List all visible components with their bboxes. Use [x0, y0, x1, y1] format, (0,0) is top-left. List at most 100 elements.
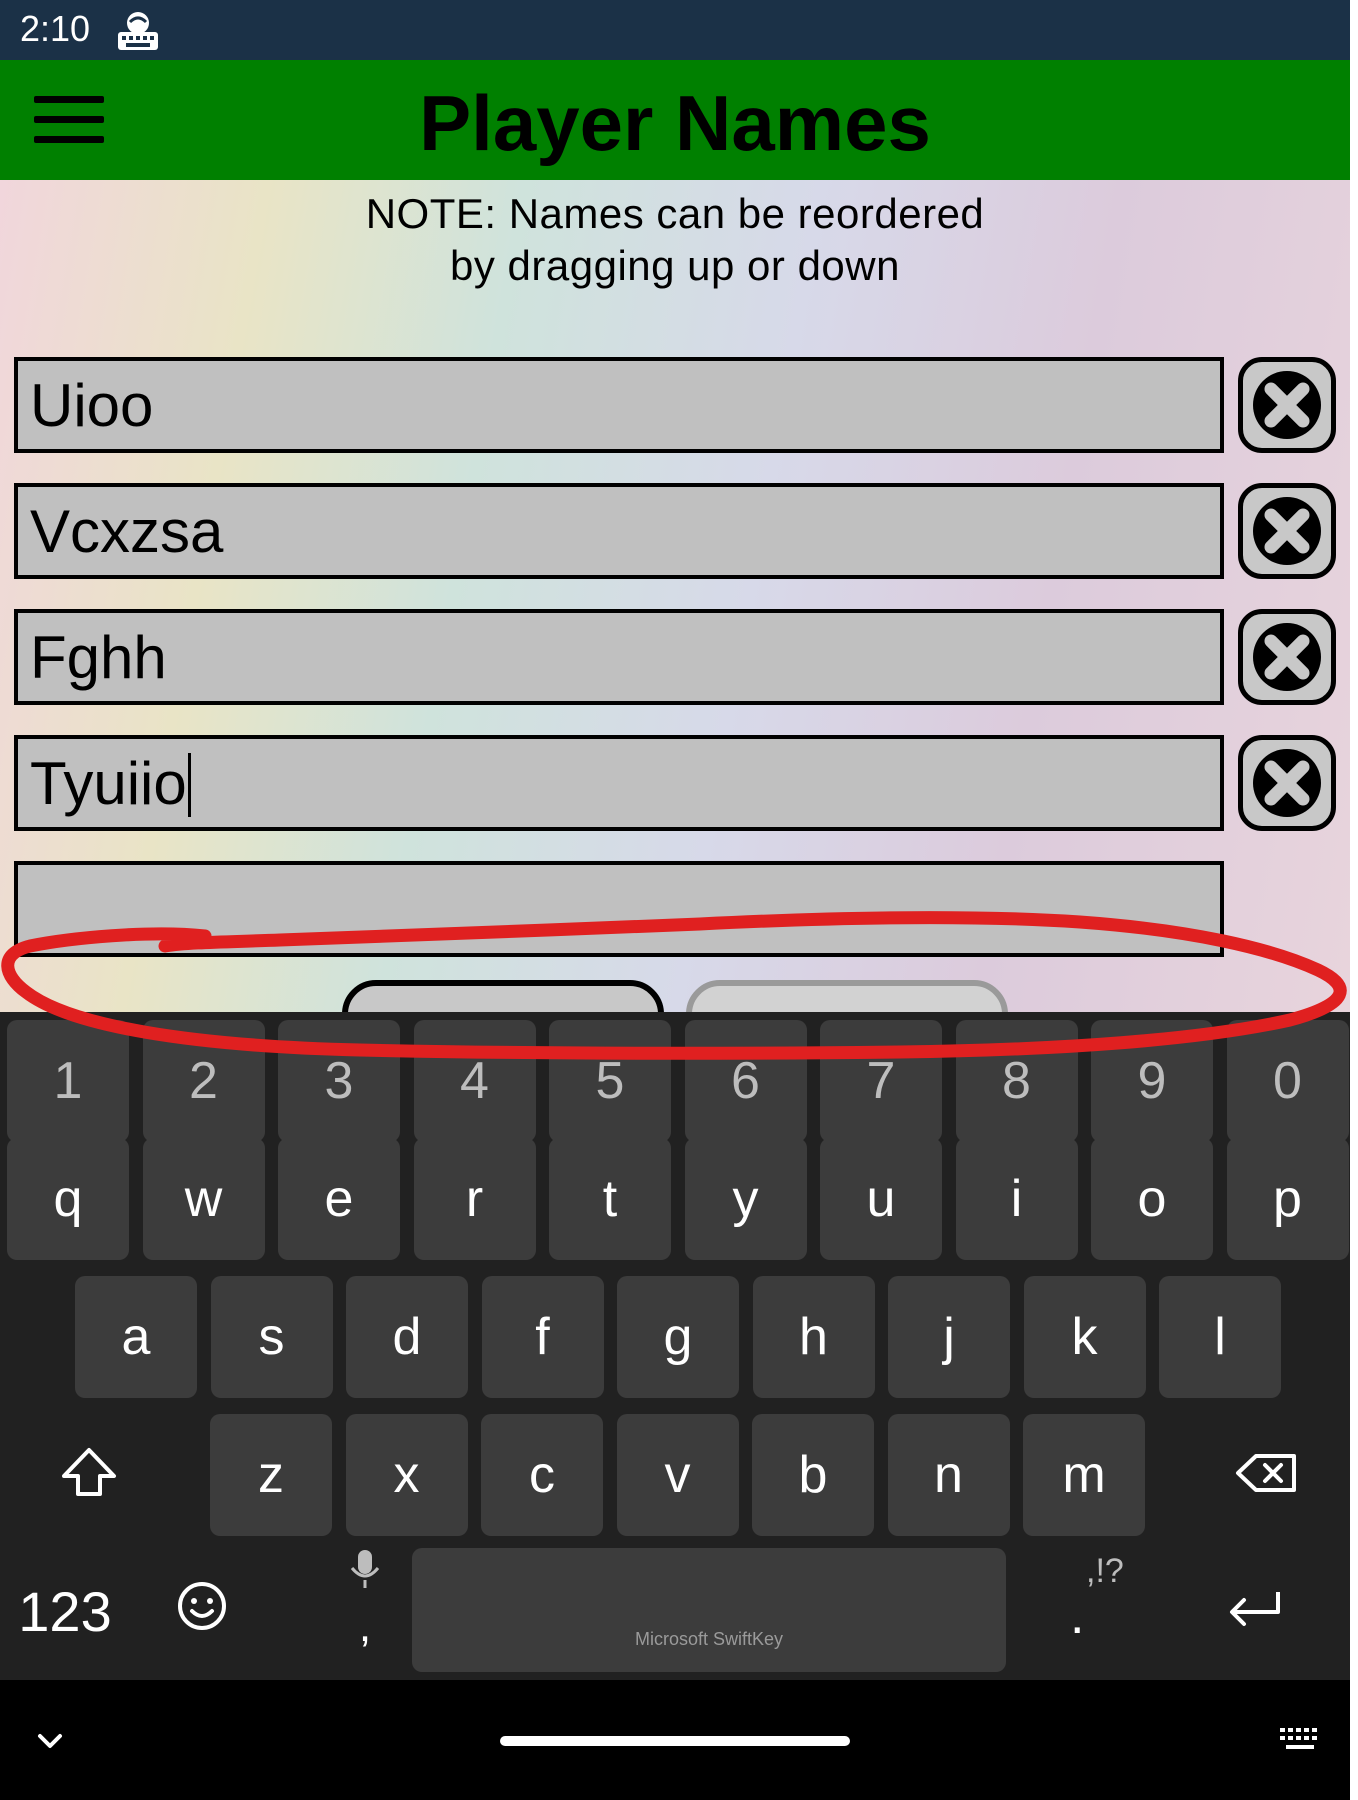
period-key-label: . [1070, 1587, 1085, 1645]
key-e[interactable]: e [278, 1138, 400, 1260]
key-label: o [1137, 1170, 1167, 1228]
player-name-text: Uioo [30, 372, 154, 439]
key-i[interactable]: i [955, 1138, 1078, 1260]
close-x-icon [1253, 497, 1321, 565]
key-6[interactable]: 6 [684, 1020, 807, 1142]
key-label: 8 [1002, 1052, 1031, 1110]
key-2[interactable]: 2 [142, 1020, 265, 1142]
key-d[interactable]: d [346, 1276, 468, 1398]
player-name-value: Tyuiio [30, 750, 187, 817]
key-o[interactable]: o [1091, 1138, 1213, 1260]
key-1[interactable]: 1 [7, 1020, 129, 1142]
close-x-icon [1253, 371, 1321, 439]
key-label: u [866, 1170, 896, 1228]
key-9[interactable]: 9 [1091, 1020, 1213, 1142]
key-b[interactable]: b [752, 1414, 874, 1536]
key-r[interactable]: r [413, 1138, 536, 1260]
key-n[interactable]: n [887, 1414, 1010, 1536]
key-k[interactable]: k [1023, 1276, 1146, 1398]
key-x[interactable]: x [345, 1414, 468, 1536]
key-w[interactable]: w [142, 1138, 265, 1260]
numbers-key[interactable]: 123 [10, 1572, 120, 1652]
key-7[interactable]: 7 [820, 1020, 942, 1142]
enter-return-icon[interactable] [1222, 1582, 1288, 1638]
chevron-down-icon[interactable] [30, 1724, 70, 1758]
key-label: l [1214, 1308, 1226, 1366]
page-title: Player Names [419, 79, 931, 167]
key-c[interactable]: c [481, 1414, 603, 1536]
key-8[interactable]: 8 [955, 1020, 1078, 1142]
key-label: z [258, 1446, 284, 1504]
key-u[interactable]: u [820, 1138, 942, 1260]
shift-arrow-icon[interactable] [52, 1436, 126, 1510]
key-label: f [535, 1308, 550, 1366]
key-0[interactable]: 0 [1226, 1020, 1349, 1142]
period-key[interactable]: ,!? . [1066, 1552, 1136, 1662]
key-a[interactable]: a [75, 1276, 197, 1398]
key-m[interactable]: m [1023, 1414, 1145, 1536]
new-player-name-field[interactable] [14, 861, 1224, 957]
key-5[interactable]: 5 [549, 1020, 671, 1142]
key-label: c [529, 1446, 555, 1504]
key-label: 4 [460, 1052, 489, 1110]
key-label: 1 [53, 1052, 83, 1110]
key-label: 0 [1273, 1052, 1302, 1110]
player-name-field[interactable]: Uioo [14, 357, 1224, 453]
delete-player-button[interactable] [1238, 357, 1336, 453]
key-v[interactable]: v [616, 1414, 739, 1536]
player-name-field-active[interactable]: Tyuiio [14, 735, 1224, 831]
key-label: 5 [595, 1052, 625, 1110]
home-gesture-pill[interactable] [500, 1736, 850, 1746]
note-line-1: NOTE: Names can be reordered [365, 190, 985, 237]
spacebar-key[interactable]: Microsoft SwiftKey [412, 1548, 1006, 1672]
key-g[interactable]: g [617, 1276, 739, 1398]
key-label: b [798, 1446, 828, 1504]
key-s[interactable]: s [210, 1276, 333, 1398]
key-4[interactable]: 4 [413, 1020, 536, 1142]
key-j[interactable]: j [888, 1276, 1010, 1398]
navigation-bar [0, 1680, 1350, 1800]
key-f[interactable]: f [481, 1276, 604, 1398]
key-label: m [1062, 1446, 1106, 1504]
microphone-icon [350, 1550, 380, 1588]
key-label: y [732, 1170, 759, 1228]
key-label: k [1071, 1308, 1098, 1366]
player-name-field[interactable]: Fghh [14, 609, 1224, 705]
key-label: q [53, 1170, 83, 1228]
key-q[interactable]: q [7, 1138, 129, 1260]
key-label: 9 [1137, 1052, 1167, 1110]
primary-action-button[interactable] [342, 980, 664, 1012]
key-3[interactable]: 3 [278, 1020, 400, 1142]
player-names-panel: NOTE: Names can be reordered by dragging… [0, 180, 1350, 1012]
key-y[interactable]: y [684, 1138, 807, 1260]
key-label: 6 [731, 1052, 760, 1110]
backspace-icon[interactable] [1234, 1440, 1300, 1506]
close-x-icon [1253, 749, 1321, 817]
key-label: g [663, 1308, 693, 1366]
keyboard-grid-icon[interactable] [1278, 1724, 1322, 1758]
key-label: v [664, 1446, 691, 1504]
reorder-note: NOTE: Names can be reordered by dragging… [0, 188, 1350, 292]
delete-player-button[interactable] [1238, 609, 1336, 705]
delete-player-button[interactable] [1238, 483, 1336, 579]
delete-player-button[interactable] [1238, 735, 1336, 831]
player-name-field[interactable]: Vcxzsa [14, 483, 1224, 579]
key-l[interactable]: l [1159, 1276, 1281, 1398]
emoji-smiley-icon[interactable] [174, 1578, 230, 1634]
app-bar: Player Names [0, 60, 1350, 180]
key-label: x [393, 1446, 420, 1504]
key-label: e [324, 1170, 354, 1228]
comma-mic-key[interactable]: , [340, 1542, 390, 1672]
keyboard-brand-label: Microsoft SwiftKey [634, 1629, 784, 1649]
key-label: t [602, 1170, 618, 1228]
key-p[interactable]: p [1226, 1138, 1349, 1260]
player-name-text: Fghh [30, 624, 167, 691]
punct-hint: ,!? [1086, 1552, 1124, 1590]
secondary-action-button[interactable] [686, 980, 1008, 1012]
key-label: s [258, 1308, 285, 1366]
key-label: j [943, 1308, 955, 1366]
key-label: 3 [324, 1052, 354, 1110]
key-h[interactable]: h [752, 1276, 875, 1398]
key-t[interactable]: t [549, 1138, 671, 1260]
key-z[interactable]: z [210, 1414, 332, 1536]
